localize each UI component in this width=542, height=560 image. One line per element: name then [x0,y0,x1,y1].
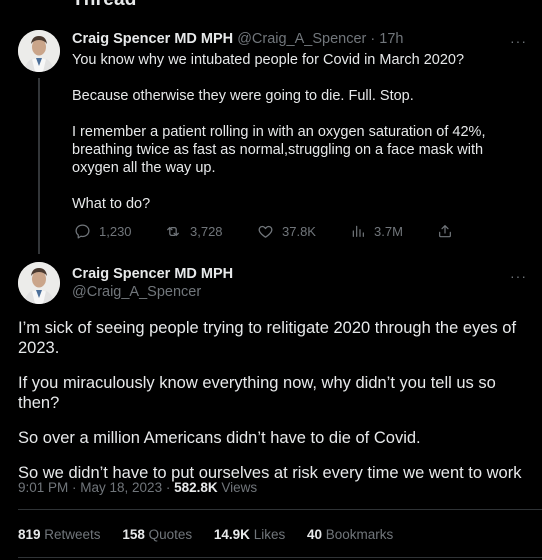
thread-connector-line [38,78,40,254]
tweet1-paragraph: I remember a patient rolling in with an … [72,124,486,176]
tweet-timestamp: 9:01 PM · May 18, 2023 · 582.8K Views [18,480,257,495]
view-count: 3.7M [374,223,403,239]
bookmarks-stat[interactable]: 40 Bookmarks [307,527,393,542]
share-icon [439,225,451,238]
retweet-count: 3,728 [190,224,223,239]
bookmarks-count: 40 [306,527,323,542]
retweets-label: Retweets [40,527,101,542]
tweet2-paragraph: I’m sick of seeing people trying to reli… [18,319,517,357]
divider [18,509,542,510]
heart-icon [258,225,273,238]
thread-page: Thread Craig Spencer MD MPH @Craig_A_Spe… [0,0,542,560]
timestamp-text[interactable]: 9:01 PM · May 18, 2023 · [18,480,174,495]
tweet2-paragraph: So over a million Americans didn’t have … [18,429,421,447]
engagement-stats: 819 Retweets 158 Quotes 14.9K Likes 40 B… [18,527,411,542]
tweet1-separator: · [370,31,376,47]
likes-label: Likes [249,527,286,542]
tweet1-text: You know why we intubated people for Cov… [72,51,522,231]
tweet1-action-bar: 1,230 3,728 37.8K 3.7M [72,223,462,241]
tweet1-header: Craig Spencer MD MPH @Craig_A_Spencer · … [72,31,403,47]
likes-stat[interactable]: 14.9K Likes [214,527,285,542]
tweet2-text: I’m sick of seeing people trying to reli… [18,318,528,498]
quotes-count: 158 [122,527,145,542]
page-title: Thread [72,0,137,11]
more-icon[interactable]: ··· [510,269,527,283]
avatar[interactable] [18,30,60,72]
views-button[interactable]: 3.7M [350,223,403,239]
tweet2-paragraph: If you miraculously know everything now,… [18,374,496,412]
tweet1-time[interactable]: 17h [379,31,403,47]
quotes-stat[interactable]: 158 Quotes [122,527,192,542]
likes-count: 14.9K [213,527,250,542]
reply-count: 1,230 [99,224,132,239]
tweet1-author-name[interactable]: Craig Spencer MD MPH [72,31,233,47]
tweet1-handle[interactable]: @Craig_A_Spencer [237,31,366,47]
tweet1-paragraph: What to do? [72,196,151,212]
tweet2-handle[interactable]: @Craig_A_Spencer [72,284,201,300]
retweet-icon [167,226,179,237]
avatar-image-icon [18,30,60,72]
avatar-image-icon [18,262,60,304]
more-icon[interactable]: ··· [510,34,527,48]
tweet1-paragraph: Because otherwise they were going to die… [72,88,414,104]
retweets-count: 819 [18,527,41,542]
bookmarks-label: Bookmarks [322,527,394,542]
retweet-button[interactable]: 3,728 [164,223,223,240]
avatar[interactable] [18,262,60,304]
reply-icon [75,224,90,239]
reply-button[interactable]: 1,230 [74,223,132,240]
quotes-label: Quotes [144,527,193,542]
tweet2-author-name[interactable]: Craig Spencer MD MPH [72,266,233,282]
share-button[interactable] [437,223,453,239]
views-count: 582.8K [174,480,218,495]
views-label: Views [217,480,258,495]
like-count: 37.8K [282,224,316,239]
like-button[interactable]: 37.8K [257,223,316,240]
retweets-stat[interactable]: 819 Retweets [18,527,101,542]
analytics-icon [352,225,364,237]
divider [18,557,542,558]
tweet1-paragraph: You know why we intubated people for Cov… [72,52,465,68]
